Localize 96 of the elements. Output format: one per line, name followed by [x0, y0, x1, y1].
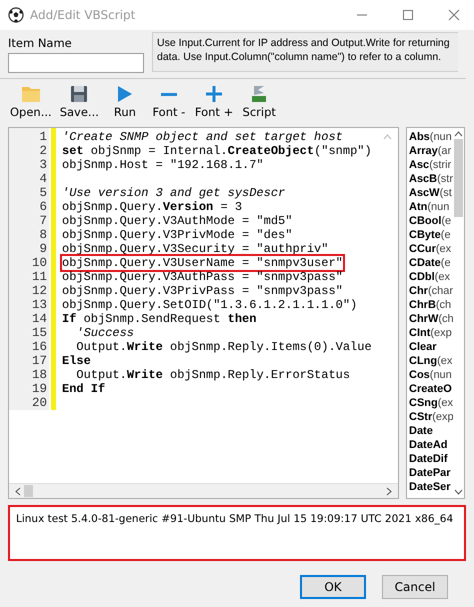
code-line: Else — [62, 354, 91, 368]
line-number: 13 — [32, 298, 47, 312]
function-item[interactable]: DateSer — [407, 480, 453, 494]
function-item[interactable]: Chr(char — [407, 284, 453, 298]
function-item[interactable]: DateDif — [407, 452, 453, 466]
line-number: 5 — [39, 186, 47, 200]
line-number: 16 — [32, 340, 47, 354]
scroll-left-icon[interactable] — [15, 486, 21, 496]
ok-button[interactable]: OK — [300, 575, 366, 599]
minus-icon — [160, 93, 177, 96]
folder-icon — [20, 85, 41, 103]
window-title: Add/Edit VBScript — [30, 8, 136, 22]
code-line: Output.Write objSnmp.Reply.Items(0).Value — [75, 340, 372, 354]
code-line: objSnmp.Query.SetOID("1.3.6.1.2.1.1.1.0") — [62, 298, 358, 312]
maximize-icon[interactable] — [402, 9, 414, 21]
function-item[interactable]: ChrW(ch — [407, 312, 453, 326]
code-line: 'Use version 3 and get sysDescr — [62, 186, 286, 200]
code-editor[interactable] — [8, 127, 399, 499]
function-item[interactable]: AscB(str — [407, 172, 453, 186]
function-item[interactable]: CStr(exp — [407, 410, 453, 424]
function-item[interactable]: Abs(nun — [407, 130, 453, 144]
code-line: objSnmp.Query.V3PrivMode = "des" — [62, 228, 292, 242]
function-item[interactable]: Cos(nun — [407, 368, 453, 382]
plus-icon — [205, 85, 224, 103]
line-number: 12 — [32, 284, 47, 298]
code-line: set objSnmp = Internal.CreateObject("snmp") — [62, 144, 372, 158]
code-line: If objSnmp.SendRequest then — [62, 312, 256, 326]
function-item[interactable]: Date — [407, 424, 453, 438]
play-icon — [116, 85, 133, 103]
line-number: 3 — [39, 158, 47, 172]
toolbar-button[interactable]: Font - — [150, 85, 187, 125]
function-item[interactable]: Asc(strir — [407, 158, 453, 172]
function-item[interactable]: ChrB(ch — [407, 298, 453, 312]
function-item[interactable]: DateAd — [407, 438, 453, 452]
line-number: 1 — [39, 130, 47, 144]
hint-text: Use Input.Current for IP address and Output.Write for returning data. Use Input.Column("column name") to refer to a column. — [152, 32, 458, 72]
line-number: 10 — [32, 256, 47, 270]
output-box[interactable]: Linux test 5.4.0-81-generic #91-Ubuntu SMP Thu Jul 15 19:09:17 UTC 2021 x86_64 — [8, 505, 466, 561]
toolbar-button[interactable]: Font + — [194, 85, 234, 125]
line-number: 18 — [32, 368, 47, 382]
code-line: objSnmp.Query.V3AuthMode = "md5" — [62, 214, 292, 228]
code-line: objSnmp.Query.V3AuthPass = "snmpv3pass" — [62, 270, 343, 284]
toolbar-button[interactable]: Save... — [60, 85, 99, 125]
script-icon — [251, 85, 268, 103]
function-item[interactable]: CInt(exp — [407, 326, 453, 340]
cancel-button[interactable]: Cancel — [382, 575, 448, 599]
code-line: Output.Write objSnmp.Reply.ErrorStatus — [75, 368, 350, 382]
function-item[interactable]: CBool(e — [407, 214, 453, 228]
toolbar-button[interactable]: Open... — [10, 85, 52, 125]
ball-icon — [8, 7, 24, 23]
save-icon — [70, 85, 88, 103]
code-line: objSnmp.Query.V3Security = "authpriv" — [62, 242, 328, 256]
close-icon[interactable] — [448, 9, 460, 21]
function-item[interactable]: CreateO — [407, 382, 453, 396]
code-line: 'Success — [75, 326, 134, 340]
item-name-label: Item Name — [8, 36, 73, 50]
line-number: 9 — [39, 242, 47, 256]
line-number: 17 — [32, 354, 47, 368]
code-line: objSnmp.Query.V3UserName = "snmpv3user" — [62, 256, 343, 270]
function-list[interactable] — [406, 127, 465, 499]
line-number: 4 — [39, 172, 47, 186]
line-number: 11 — [32, 270, 47, 284]
scroll-right-icon[interactable] — [386, 486, 392, 496]
function-item[interactable]: Array(ar — [407, 144, 453, 158]
scroll-down-icon[interactable] — [454, 489, 463, 495]
code-line: 'Create SNMP object and set target host — [62, 130, 343, 144]
function-item[interactable]: AscW(st — [407, 186, 453, 200]
output-text: Linux test 5.4.0-81-generic #91-Ubuntu SMP Thu Jul 15 19:09:17 UTC 2021 x86_64 — [16, 513, 454, 525]
function-item[interactable]: CByte(e — [407, 228, 453, 242]
horizontal-scrollbar[interactable] — [9, 483, 398, 498]
item-name-field[interactable] — [8, 53, 144, 73]
function-item[interactable]: Atn(nun — [407, 200, 453, 214]
function-item[interactable]: CSng(ex — [407, 396, 453, 410]
line-number: 20 — [32, 396, 47, 410]
scroll-up-icon[interactable] — [454, 131, 463, 137]
function-item[interactable]: CCur(ex — [407, 242, 453, 256]
toolbar-button[interactable]: Run — [106, 85, 143, 125]
line-number: 14 — [32, 312, 47, 326]
toolbar-button[interactable]: Script — [241, 85, 278, 125]
line-number: 7 — [39, 214, 47, 228]
function-item[interactable]: CDbl(ex — [407, 270, 453, 284]
function-item[interactable]: CLng(ex — [407, 354, 453, 368]
line-number: 15 — [32, 326, 47, 340]
function-item[interactable]: DatePar — [407, 466, 453, 480]
scrollbar-thumb[interactable] — [24, 485, 33, 497]
scrollbar-thumb[interactable] — [454, 139, 463, 217]
code-line: End If — [62, 382, 106, 396]
line-number: 8 — [39, 228, 47, 242]
function-item[interactable]: Clear — [407, 340, 453, 354]
code-line: objSnmp.Query.V3PrivPass = "snmpv3pass" — [62, 284, 343, 298]
line-number: 19 — [32, 382, 47, 396]
line-number: 6 — [39, 200, 47, 214]
line-number: 2 — [39, 144, 47, 158]
code-line: objSnmp.Query.Version = 3 — [62, 200, 242, 214]
function-item[interactable]: CDate(e — [407, 256, 453, 270]
code-line: objSnmp.Host = "192.168.1.7" — [62, 158, 264, 172]
